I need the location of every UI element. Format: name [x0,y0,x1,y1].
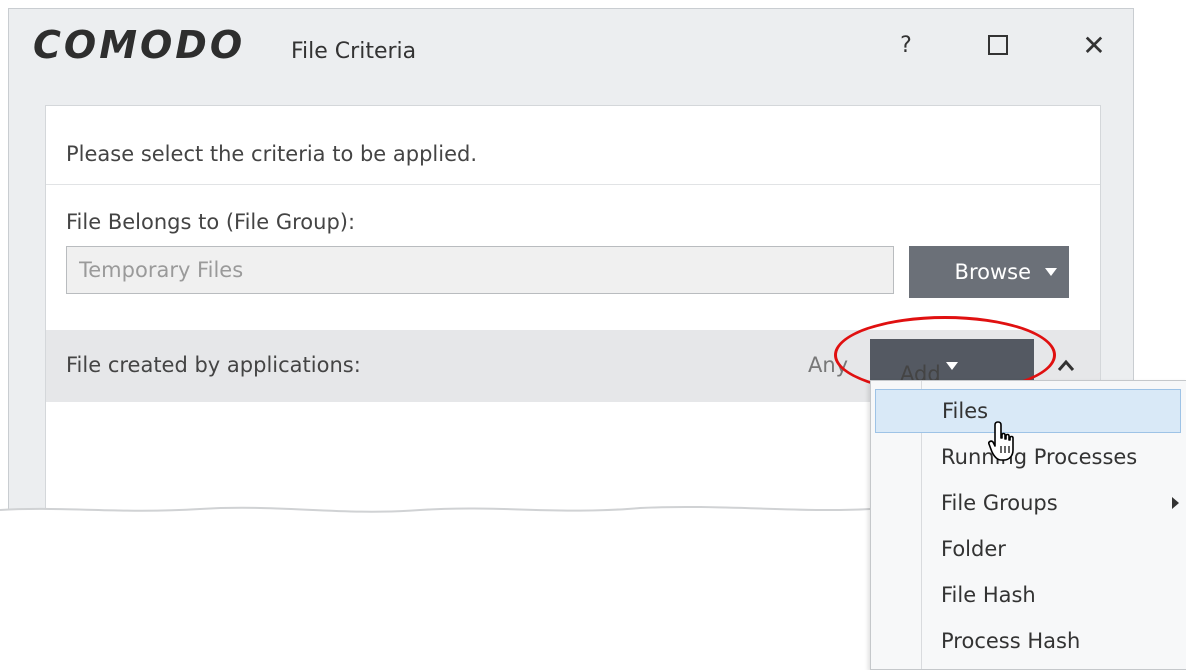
menu-item-label: File Hash [941,583,1036,607]
title-bar: COMODO File Criteria ? ✕ [9,9,1133,95]
add-menu: Files Running Processes File Groups Fold… [870,380,1186,670]
menu-item-label: File Groups [941,491,1058,515]
menu-item-label: Folder [941,537,1006,561]
caret-down-icon [946,362,958,370]
close-button[interactable]: ✕ [1069,23,1119,67]
help-button[interactable]: ? [881,23,931,67]
dialog-title: File Criteria [291,39,417,64]
file-group-field[interactable] [66,246,894,294]
menu-item-label: Running Processes [941,445,1138,469]
instruction-text: Please select the criteria to be applied… [66,142,478,166]
menu-item-process-hash[interactable]: Process Hash [875,620,1181,664]
close-icon: ✕ [1082,28,1106,62]
menu-item-file-groups[interactable]: File Groups [875,482,1181,526]
browse-button[interactable]: Browse [909,246,1069,298]
question-mark-icon: ? [900,32,912,58]
maximize-icon [988,35,1008,55]
torn-edge-decoration [0,505,870,544]
instruction-row: Please select the criteria to be applied… [46,106,1100,185]
applications-label: File created by applications: [66,353,361,377]
caret-down-icon [1045,268,1057,276]
menu-item-folder[interactable]: Folder [875,528,1181,572]
maximize-button[interactable] [973,23,1023,67]
menu-item-label: Process Hash [941,629,1081,653]
comodo-logo: COMODO [33,23,246,67]
menu-item-label: Files [942,399,989,423]
any-label: Any [808,353,849,377]
file-group-label: File Belongs to (File Group): [66,210,356,234]
browse-button-label: Browse [954,260,1031,284]
menu-item-files[interactable]: Files [875,389,1181,433]
submenu-arrow-icon [1172,497,1179,509]
menu-item-file-hash[interactable]: File Hash [875,574,1181,618]
chevron-up-icon[interactable] [1056,356,1076,376]
menu-item-running-processes[interactable]: Running Processes [875,436,1181,480]
hand-pointer-icon [988,421,1014,461]
